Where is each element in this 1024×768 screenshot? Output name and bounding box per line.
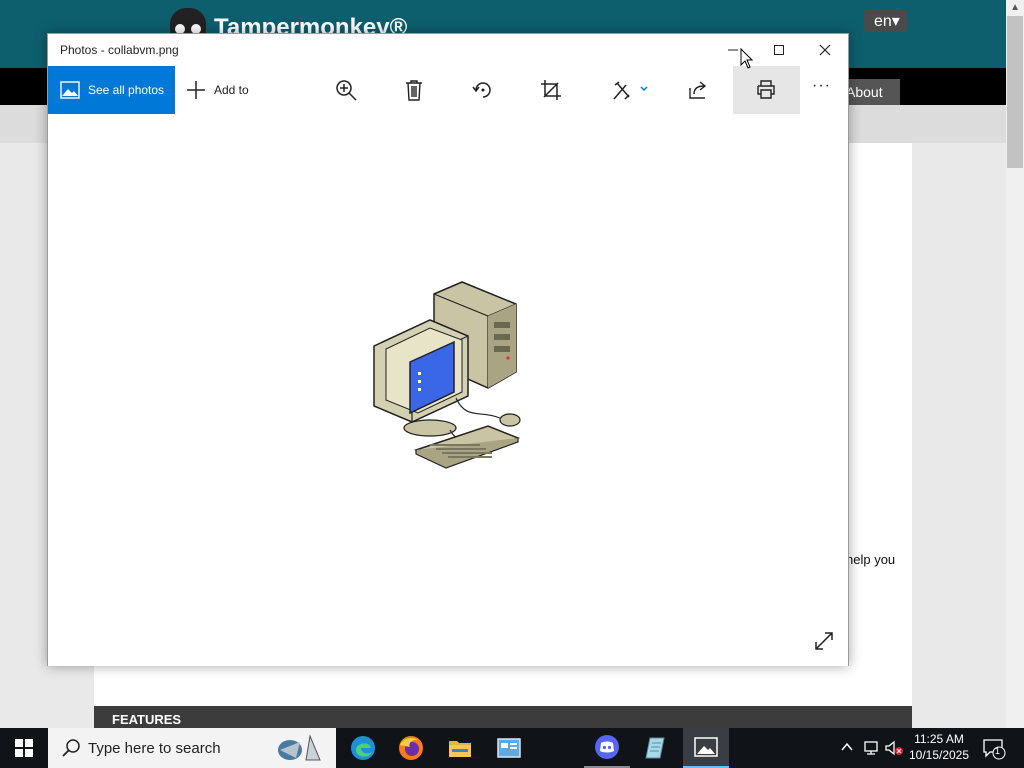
close-icon: [819, 44, 831, 56]
maximize-icon: [774, 45, 784, 55]
system-clock[interactable]: 11:25 AM 10/15/2025: [906, 731, 972, 763]
computer-icon: [373, 281, 521, 469]
photo-canvas[interactable]: [48, 114, 848, 666]
rotate-button[interactable]: [471, 78, 495, 102]
taskbar-control-panel[interactable]: [486, 728, 532, 768]
photos-toolbar: See all photos Add to ···: [48, 66, 848, 114]
network-icon[interactable]: [862, 740, 880, 756]
scroll-thumb[interactable]: [1007, 16, 1023, 168]
notification-count: 1: [995, 746, 1001, 756]
taskbar: Type here to search 11:25 AM 10/15/2025 …: [0, 728, 1024, 768]
firefox-icon: [399, 736, 423, 760]
scroll-up-icon[interactable]: ▲: [1010, 2, 1020, 13]
minimize-icon: [728, 49, 738, 51]
clock-date: 10/15/2025: [908, 748, 970, 762]
share-button[interactable]: [686, 78, 710, 102]
plus-icon: [187, 81, 205, 99]
taskbar-discord[interactable]: [584, 728, 630, 768]
more-options-button[interactable]: ···: [812, 77, 831, 95]
delete-icon: [406, 80, 422, 101]
edit-create-button[interactable]: [612, 78, 652, 102]
discord-icon: [595, 735, 619, 759]
file-explorer-icon: [449, 741, 471, 757]
taskbar-file-explorer[interactable]: [437, 728, 483, 768]
search-highlight-icon: [278, 734, 321, 761]
photos-icon: [694, 737, 718, 757]
clock-time: 11:25 AM: [914, 732, 964, 746]
close-button[interactable]: [802, 34, 848, 66]
language-selector[interactable]: en▾: [864, 9, 907, 32]
taskbar-photos[interactable]: [683, 728, 729, 768]
zoom-in-button[interactable]: [334, 78, 358, 102]
delete-button[interactable]: [402, 78, 426, 102]
features-heading: FEATURES: [94, 706, 912, 728]
share-icon: [689, 81, 707, 99]
print-icon: [757, 80, 775, 99]
volume-muted-icon[interactable]: [884, 740, 904, 756]
window-title: Photos - collabvm.png: [60, 43, 179, 57]
taskbar-edge[interactable]: [340, 728, 386, 768]
show-hidden-icons-chevron-icon[interactable]: [840, 740, 854, 754]
search-placeholder: Type here to search: [88, 739, 221, 757]
full-screen-icon[interactable]: [814, 631, 834, 651]
photos-gallery-icon: [60, 81, 80, 99]
taskbar-search-box[interactable]: Type here to search: [48, 728, 336, 768]
zoom-in-icon: [336, 80, 357, 101]
notification-icon: [983, 739, 1006, 760]
add-to-button[interactable]: Add to: [186, 66, 249, 114]
page-scrollbar[interactable]: ▲: [1006, 0, 1024, 728]
add-to-label: Add to: [214, 83, 249, 97]
mouse-cursor-icon: [740, 48, 754, 69]
taskbar-firefox[interactable]: [388, 728, 434, 768]
maximize-button[interactable]: [756, 34, 802, 66]
crop-button[interactable]: [539, 78, 563, 102]
edge-icon: [351, 736, 375, 760]
see-all-photos-label: See all photos: [88, 83, 165, 97]
site-body-text: help you: [846, 552, 896, 567]
title-bar[interactable]: Photos - collabvm.png: [48, 34, 848, 66]
notepad-icon: [645, 737, 665, 759]
print-button[interactable]: [733, 66, 800, 114]
windows-logo-icon: [15, 739, 33, 757]
photos-window: Photos - collabvm.png See all photos Add…: [47, 33, 849, 666]
edit-create-icon: [613, 81, 648, 100]
crop-icon: [541, 80, 561, 100]
start-button[interactable]: [0, 728, 48, 768]
rotate-icon: [472, 82, 491, 98]
see-all-photos-button[interactable]: See all photos: [48, 66, 175, 114]
search-icon: [62, 739, 80, 757]
notification-center-button[interactable]: 1: [982, 738, 1006, 765]
taskbar-notepad[interactable]: [633, 728, 679, 768]
control-panel-icon: [497, 738, 521, 758]
